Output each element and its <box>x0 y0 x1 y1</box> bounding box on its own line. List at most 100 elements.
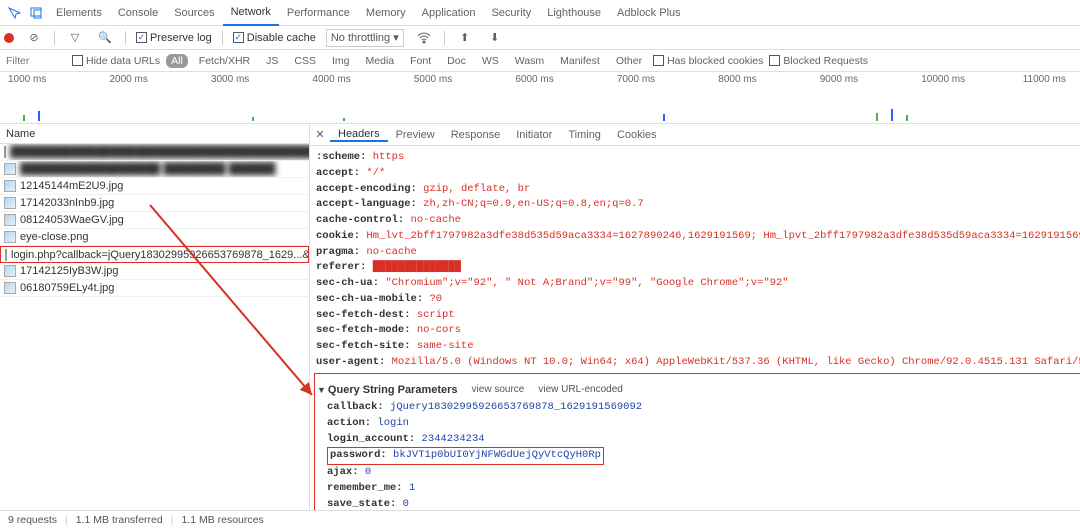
filter-xhr[interactable]: Fetch/XHR <box>194 54 255 68</box>
disable-cache-checkbox[interactable]: ✓Disable cache <box>233 32 316 44</box>
blocked-requests[interactable]: Blocked Requests <box>769 55 868 67</box>
image-icon <box>4 214 16 226</box>
tab-lighthouse[interactable]: Lighthouse <box>539 1 609 25</box>
tab-performance[interactable]: Performance <box>279 1 358 25</box>
detail-close-icon[interactable]: ✕ <box>310 125 330 145</box>
header-row: accept-language: zh,zh-CN;q=0.9,en-US;q=… <box>316 197 1080 213</box>
filter-bar: Hide data URLs All Fetch/XHR JS CSS Img … <box>0 50 1080 72</box>
request-name: 17142033nInb9.jpg <box>20 197 114 209</box>
tab-security[interactable]: Security <box>483 1 539 25</box>
image-icon <box>4 163 16 175</box>
filter-manifest[interactable]: Manifest <box>555 54 605 68</box>
request-row[interactable]: login.php?callback=jQuery183029959266537… <box>0 246 309 263</box>
network-toolbar: ⊘ ▽ 🔍 ✓Preserve log ✓Disable cache No th… <box>0 26 1080 50</box>
detail-body[interactable]: :scheme: httpsaccept: */*accept-encoding… <box>310 146 1080 510</box>
view-source-link[interactable]: view source <box>472 382 525 397</box>
filter-img[interactable]: Img <box>327 54 355 68</box>
tab-adblock[interactable]: Adblock Plus <box>609 1 689 25</box>
filter-font[interactable]: Font <box>405 54 436 68</box>
tab-response[interactable]: Response <box>443 129 509 141</box>
preserve-log-checkbox[interactable]: ✓Preserve log <box>136 32 212 44</box>
filter-input[interactable] <box>6 55 66 67</box>
document-icon <box>5 249 7 261</box>
filter-other[interactable]: Other <box>611 54 647 68</box>
header-row: sec-fetch-site: same-site <box>316 339 1080 355</box>
request-row[interactable]: 17142125IyB3W.jpg <box>0 263 309 280</box>
tab-preview[interactable]: Preview <box>388 129 443 141</box>
status-resources: 1.1 MB resources <box>181 511 263 528</box>
request-name: 06180759ELy4t.jpg <box>20 282 114 294</box>
wifi-icon[interactable] <box>414 28 434 48</box>
query-param-row: password: bkJVT1p0bUI0YjNFWGdUejQyVtcQyH… <box>327 447 1080 465</box>
devtools-tabs: Elements Console Sources Network Perform… <box>48 0 689 26</box>
image-icon <box>4 197 16 209</box>
filter-media[interactable]: Media <box>361 54 400 68</box>
requests-header[interactable]: Name <box>0 124 309 144</box>
image-icon <box>4 231 16 243</box>
request-name: 12145144mE2U9.jpg <box>20 180 123 192</box>
request-row[interactable]: 12145144mE2U9.jpg <box>0 178 309 195</box>
timeline[interactable]: 1000 ms2000 ms3000 ms4000 ms5000 ms6000 … <box>0 72 1080 124</box>
filter-doc[interactable]: Doc <box>442 54 471 68</box>
header-row: user-agent: Mozilla/5.0 (Windows NT 10.0… <box>316 355 1080 371</box>
header-row: :scheme: https <box>316 150 1080 166</box>
image-icon <box>4 265 16 277</box>
query-params-box: ▼Query String Parameters view source vie… <box>314 373 1080 511</box>
devtools-header: Elements Console Sources Network Perform… <box>0 0 1080 26</box>
request-row[interactable]: ████████████████████████████████████████ <box>0 144 309 161</box>
header-row: accept: */* <box>316 166 1080 182</box>
query-param-row: save_state: 0 <box>327 497 1080 511</box>
filter-icon[interactable]: ▽ <box>65 28 85 48</box>
header-row: cookie: Hm_lvt_2bff1797982a3dfe38d535d59… <box>316 229 1080 245</box>
request-name: 08124053WaeGV.jpg <box>20 214 124 226</box>
filter-css[interactable]: CSS <box>289 54 321 68</box>
request-detail: ✕ Headers Preview Response Initiator Tim… <box>310 124 1080 510</box>
query-param-row: action: login <box>327 416 1080 432</box>
header-row: cache-control: no-cache <box>316 213 1080 229</box>
throttling-select[interactable]: No throttling ▾ <box>326 29 404 47</box>
tab-application[interactable]: Application <box>414 1 484 25</box>
download-icon[interactable]: ⬇ <box>485 28 505 48</box>
header-row: accept-encoding: gzip, deflate, br <box>316 182 1080 198</box>
request-row[interactable]: 17142033nInb9.jpg <box>0 195 309 212</box>
filter-wasm[interactable]: Wasm <box>510 54 549 68</box>
tab-timing[interactable]: Timing <box>560 129 609 141</box>
tab-network[interactable]: Network <box>223 0 279 26</box>
status-requests: 9 requests <box>8 511 57 528</box>
query-param-row: ajax: 0 <box>327 465 1080 481</box>
header-row: sec-ch-ua-mobile: ?0 <box>316 292 1080 308</box>
header-row: sec-fetch-mode: no-cors <box>316 323 1080 339</box>
devtools-panel: Elements Console Sources Network Perform… <box>0 0 1080 528</box>
device-icon[interactable] <box>26 3 46 23</box>
tab-cookies[interactable]: Cookies <box>609 129 665 141</box>
query-param-row: login_account: 2344234234 <box>327 432 1080 448</box>
filter-all[interactable]: All <box>166 54 188 68</box>
query-section-header[interactable]: ▼Query String Parameters view source vie… <box>317 380 1080 401</box>
upload-icon[interactable]: ⬆ <box>455 28 475 48</box>
tab-elements[interactable]: Elements <box>48 1 110 25</box>
hide-data-urls[interactable]: Hide data URLs <box>72 55 160 67</box>
request-name: eye-close.png <box>20 231 89 243</box>
tab-console[interactable]: Console <box>110 1 166 25</box>
image-icon <box>4 180 16 192</box>
clear-icon[interactable]: ⊘ <box>24 28 44 48</box>
search-icon[interactable]: 🔍 <box>95 28 115 48</box>
request-name: ██████████████████ ████████ ██████ <box>20 163 276 175</box>
tab-headers[interactable]: Headers <box>330 128 388 142</box>
request-row[interactable]: 06180759ELy4t.jpg <box>0 280 309 297</box>
request-row[interactable]: eye-close.png <box>0 229 309 246</box>
request-row[interactable]: 08124053WaeGV.jpg <box>0 212 309 229</box>
header-row: sec-ch-ua: "Chromium";v="92", " Not A;Br… <box>316 276 1080 292</box>
tab-initiator[interactable]: Initiator <box>508 129 560 141</box>
panel-split: Name ███████████████████████████████████… <box>0 124 1080 510</box>
filter-js[interactable]: JS <box>261 54 283 68</box>
filter-ws[interactable]: WS <box>477 54 504 68</box>
request-row[interactable]: ██████████████████ ████████ ██████ <box>0 161 309 178</box>
view-url-link[interactable]: view URL-encoded <box>538 382 623 397</box>
tab-sources[interactable]: Sources <box>166 1 222 25</box>
blocked-cookies[interactable]: Has blocked cookies <box>653 55 763 67</box>
tab-memory[interactable]: Memory <box>358 1 414 25</box>
image-icon <box>4 282 16 294</box>
inspect-icon[interactable] <box>4 3 24 23</box>
record-icon[interactable] <box>4 33 14 43</box>
